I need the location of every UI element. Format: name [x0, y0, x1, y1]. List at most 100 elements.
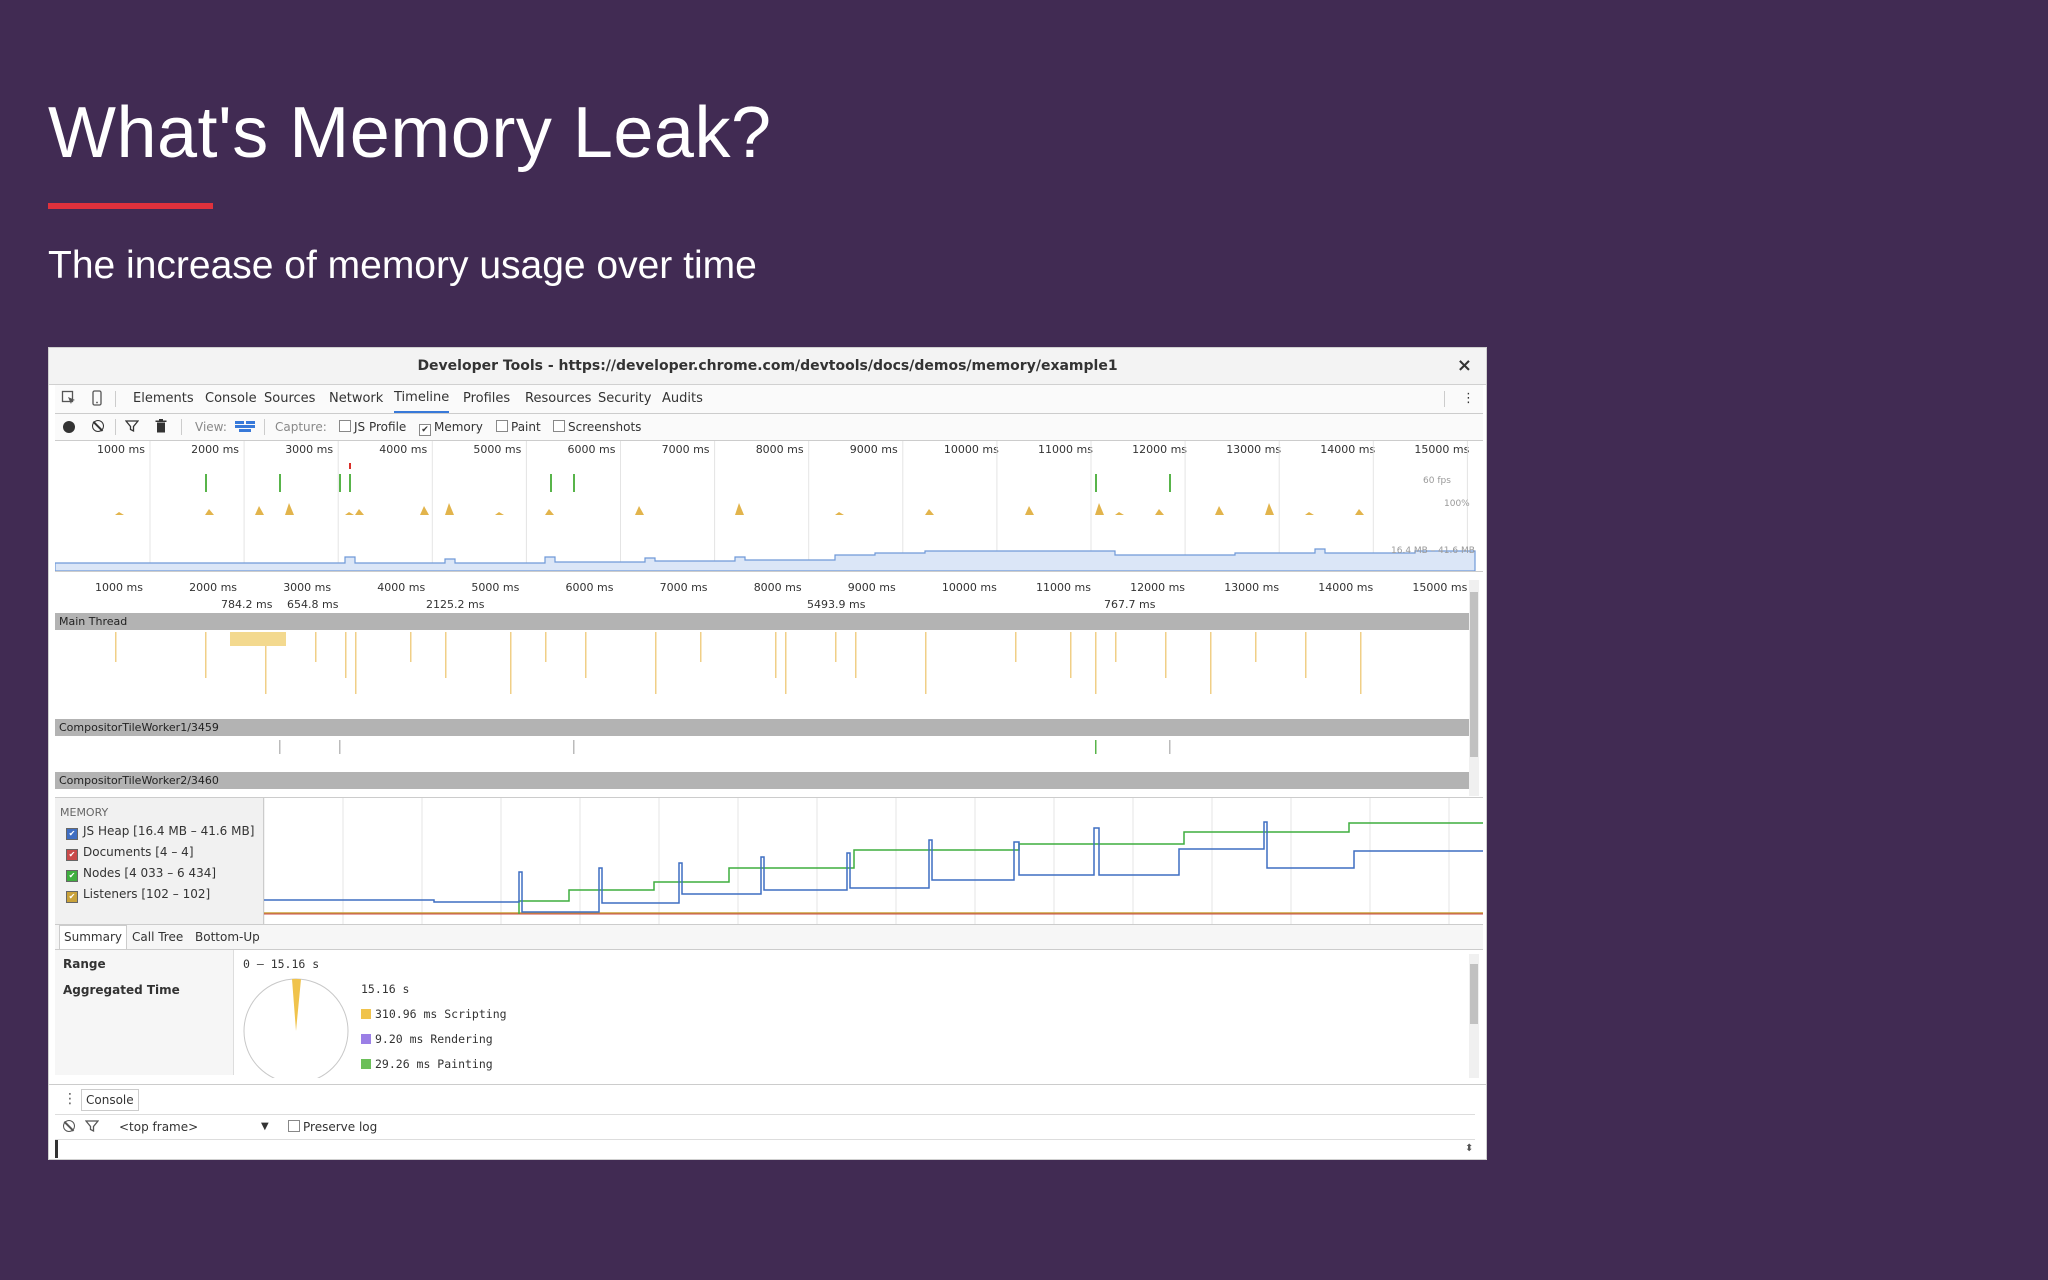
compositor-event [573, 740, 575, 754]
scripting-label: 310.96 ms Scripting [375, 1007, 507, 1021]
more-options-icon[interactable]: ⋮ [1462, 385, 1475, 413]
filter-icon[interactable] [84, 1119, 100, 1136]
nodes-label: Nodes [4 033 – 6 434] [83, 866, 217, 880]
thread-flamechart[interactable]: Main Thread CompositorTileWorker1/3459 C… [55, 606, 1471, 796]
aggregated-time-pie [243, 978, 349, 1078]
window-title: Developer Tools - https://developer.chro… [417, 358, 1118, 374]
tab-separator [1444, 391, 1445, 407]
checkbox-checked-icon[interactable]: ✔ [419, 424, 431, 436]
record-icon[interactable] [63, 421, 75, 433]
tab-bottom-up[interactable]: Bottom-Up [191, 925, 264, 949]
tab-console-drawer[interactable]: Console [81, 1089, 139, 1111]
thread-compositor-2[interactable]: CompositorTileWorker2/3460 [55, 772, 1469, 789]
fps-marker [550, 474, 552, 492]
device-icon[interactable] [89, 390, 105, 406]
memory-checkbox[interactable]: ✔ Memory [419, 414, 483, 440]
tab-elements[interactable]: Elements [133, 385, 194, 413]
inspect-icon[interactable] [61, 390, 77, 406]
documents-counter[interactable]: ✔ Documents [4 – 4] [66, 845, 194, 861]
preserve-log-checkbox[interactable]: Preserve log [288, 1115, 377, 1139]
fps-marker [1095, 474, 1097, 492]
tab-timeline[interactable]: Timeline [394, 385, 450, 413]
scrollbar-thumb[interactable] [1470, 964, 1478, 1024]
screenshots-checkbox[interactable]: Screenshots [553, 414, 641, 440]
cpu-activity [735, 503, 744, 515]
thread-event [700, 632, 702, 662]
thread-events [115, 632, 1362, 754]
clear-icon[interactable] [92, 420, 104, 432]
thread-event [1070, 632, 1072, 678]
tab-security[interactable]: Security [598, 385, 651, 413]
clear-console-icon[interactable] [63, 1120, 75, 1132]
ruler-tick-label: 7000 ms [659, 581, 708, 594]
listeners-counter[interactable]: ✔ Listeners [102 – 102] [66, 887, 210, 903]
js-profile-checkbox[interactable]: JS Profile [339, 414, 406, 440]
flamechart-view-icon[interactable] [235, 421, 255, 435]
checkbox-checked-icon[interactable]: ✔ [66, 891, 78, 903]
checkbox-checked-icon[interactable]: ✔ [66, 849, 78, 861]
cpu-activity [1025, 506, 1034, 515]
drawer-menu-icon[interactable]: ⋮ [63, 1089, 77, 1109]
memory-legend: MEMORY ✔ JS Heap [16.4 MB – 41.6 MB] ✔ Doc… [55, 798, 264, 924]
cpu-activity [1215, 506, 1224, 515]
dropdown-arrow-icon[interactable]: ▼ [261, 1115, 269, 1139]
tab-call-tree[interactable]: Call Tree [128, 925, 187, 949]
fps-marker [349, 474, 351, 492]
checkbox-icon[interactable] [496, 420, 508, 432]
thread-event [445, 632, 447, 678]
total-time: 15.16 s [361, 982, 410, 996]
filter-icon[interactable] [124, 419, 140, 436]
thread-event [510, 632, 512, 694]
close-icon[interactable]: × [1457, 348, 1472, 384]
paint-checkbox[interactable]: Paint [496, 414, 541, 440]
legend-painting: 29.26 ms Painting [361, 1057, 493, 1071]
toolbar-separator [181, 419, 182, 435]
thread-main[interactable]: Main Thread [55, 613, 1469, 630]
tab-network[interactable]: Network [329, 385, 383, 413]
thread-event [1115, 632, 1117, 662]
nodes-counter[interactable]: ✔ Nodes [4 033 – 6 434] [66, 866, 216, 882]
checkbox-checked-icon[interactable]: ✔ [66, 828, 78, 840]
ruler-tick-label: 6000 ms [565, 581, 614, 594]
checkbox-icon[interactable] [553, 420, 565, 432]
tab-profiles[interactable]: Profiles [463, 385, 510, 413]
memory-graph [264, 798, 1483, 924]
fps-marker [205, 474, 207, 492]
frame-selector[interactable]: <top frame> [119, 1115, 198, 1139]
tab-console[interactable]: Console [205, 385, 257, 413]
tab-audits[interactable]: Audits [662, 385, 703, 413]
ruler-tick-label: 3000 ms [283, 581, 332, 594]
cpu-activity [285, 503, 294, 515]
memory-panel: MEMORY ✔ JS Heap [16.4 MB – 41.6 MB] ✔ Doc… [55, 797, 1483, 925]
js-heap-counter[interactable]: ✔ JS Heap [16.4 MB – 41.6 MB] [66, 824, 254, 840]
tab-resources[interactable]: Resources [525, 385, 591, 413]
thread-event [410, 632, 412, 662]
ruler-tick-label: 13000 ms [1224, 581, 1280, 594]
compositor-event [279, 740, 281, 754]
ruler-tick-label: 5000 ms [471, 581, 520, 594]
flamechart-scrollbar[interactable] [1469, 580, 1479, 796]
legend-scripting: 310.96 ms Scripting [361, 1007, 507, 1021]
thread-compositor-1[interactable]: CompositorTileWorker1/3459 [55, 719, 1469, 736]
heap-range-label: 16.4 MB – 41.6 MB [1391, 546, 1475, 556]
summary-panel: Range 0 – 15.16 s Aggregated Time 15.16 … [55, 950, 1473, 1078]
thread-event-block [230, 632, 286, 646]
summary-scrollbar[interactable] [1469, 954, 1479, 1078]
timeline-overview[interactable]: 1000 ms 2000 ms 3000 ms 4000 ms 5000 ms 6000 … [55, 441, 1483, 572]
trash-icon[interactable] [155, 419, 167, 436]
toolbar-separator [264, 419, 265, 435]
ruler-tick-label: 2000 ms [189, 581, 238, 594]
console-toolbar: <top frame> ▼ Preserve log [55, 1114, 1475, 1140]
checkbox-checked-icon[interactable]: ✔ [66, 870, 78, 882]
fps-marker [1169, 474, 1171, 492]
console-scroll-icon[interactable]: ⬍ [1465, 1143, 1473, 1154]
checkbox-icon[interactable] [288, 1120, 300, 1132]
checkbox-icon[interactable] [339, 420, 351, 432]
cpu-activity [545, 509, 554, 515]
scrollbar-thumb[interactable] [1470, 592, 1478, 757]
tab-summary[interactable]: Summary [59, 925, 127, 949]
tab-separator [115, 391, 116, 407]
tab-sources[interactable]: Sources [264, 385, 315, 413]
console-prompt[interactable] [55, 1140, 58, 1158]
cpu-activity [1355, 509, 1364, 515]
